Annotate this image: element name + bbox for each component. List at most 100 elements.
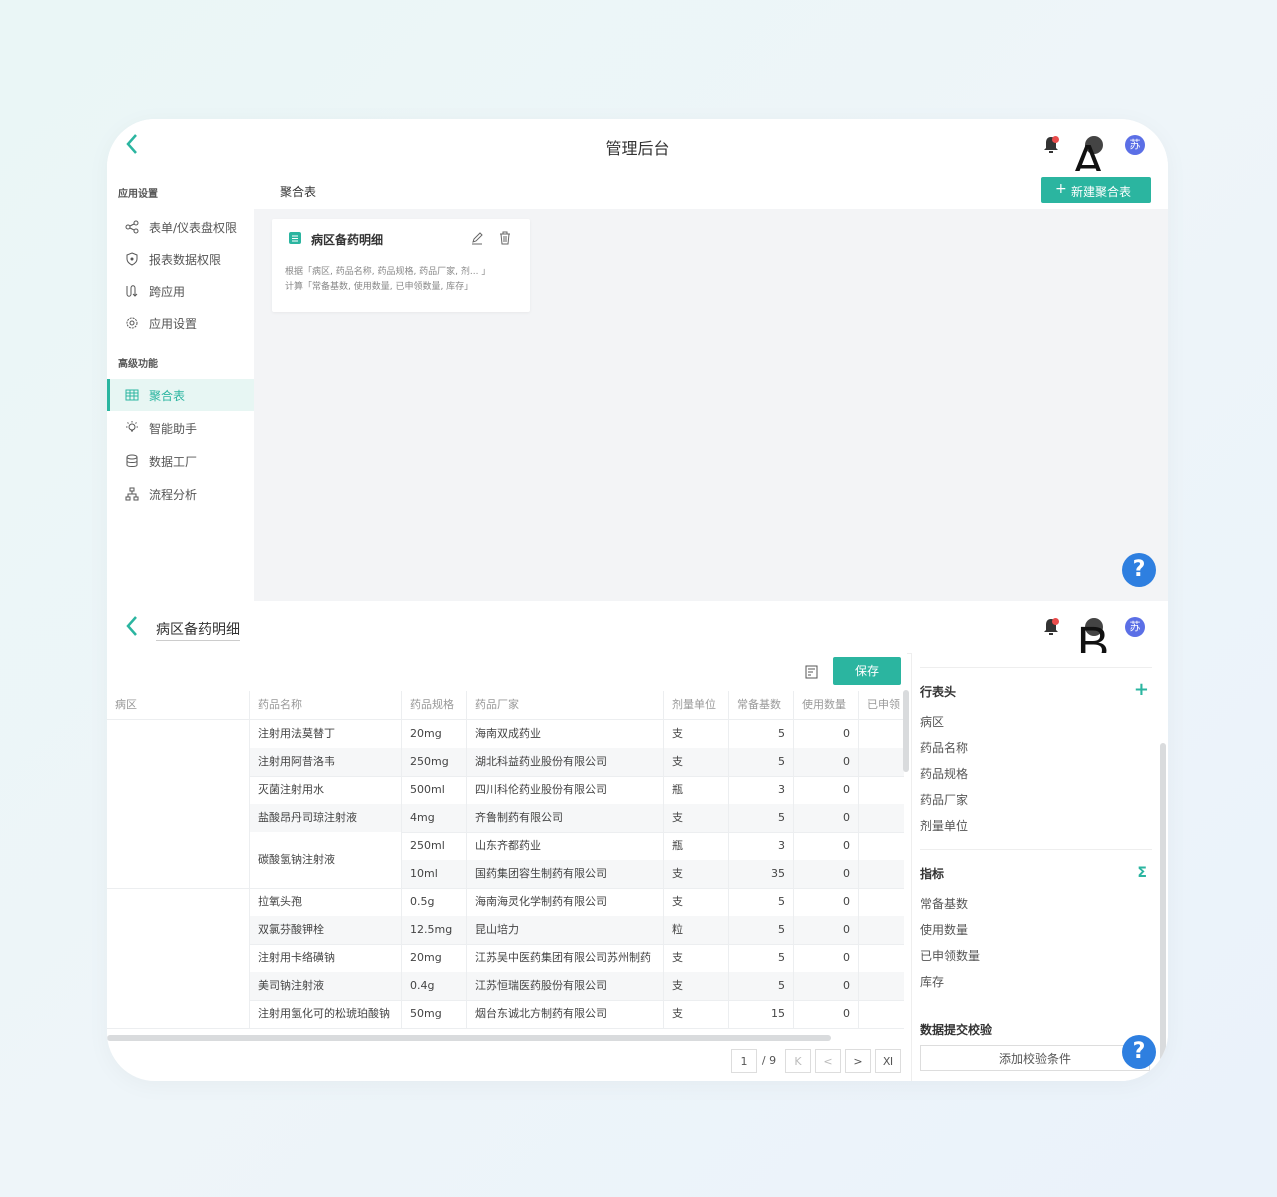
- table-row[interactable]: 注射用阿昔洛韦 250mg 湖北科益药业股份有限公司支 5 0: [107, 748, 904, 777]
- metrics-title: 指标: [920, 867, 945, 881]
- bell-icon[interactable]: [1043, 618, 1059, 636]
- cell-name: 美司钠注射液: [249, 972, 401, 1000]
- pager-prev-button[interactable]: <: [815, 1049, 841, 1073]
- table-row[interactable]: 碳酸氢钠注射液 250ml 山东齐都药业瓶 3 0: [107, 832, 904, 888]
- new-aggregate-button[interactable]: + 新建聚合表: [1041, 177, 1151, 203]
- pager-last-button[interactable]: Ⅺ: [875, 1049, 901, 1073]
- cell-requested: [858, 972, 904, 1000]
- trash-icon[interactable]: [498, 231, 512, 245]
- sidebar-item-flow-analysis[interactable]: 流程分析: [107, 478, 254, 510]
- cell-used: 0: [793, 888, 858, 916]
- table-row[interactable]: 盐酸昂丹司琼注射液 4mg 齐鲁制药有限公司支 5 0: [107, 804, 904, 833]
- app-window: 管理后台 苏 A 应用设置 表单/仪表盘权限 报表数据权限 跨应用 应用设置 高…: [107, 119, 1168, 1081]
- help-button[interactable]: ?: [1122, 553, 1156, 587]
- data-table: 病区 药品名称 药品规格 药品厂家 剂量单位 常备基数 使用数量 已申领 注射用…: [107, 691, 904, 1033]
- row-header-item[interactable]: 病区: [920, 713, 944, 730]
- cell-ward: [107, 972, 249, 1000]
- pager-current-page[interactable]: 1: [731, 1049, 757, 1073]
- table-row[interactable]: 注射用氢化可的松琥珀酸钠 50mg 烟台东诚北方制药有限公司支 15 0: [107, 1000, 904, 1029]
- metric-item[interactable]: 常备基数: [920, 895, 968, 912]
- column-header[interactable]: 剂量单位: [663, 691, 728, 719]
- column-header[interactable]: 药品规格: [401, 691, 466, 719]
- cell-maker: 齐鲁制药有限公司: [466, 804, 663, 832]
- help-button[interactable]: ?: [1122, 1035, 1156, 1069]
- column-header[interactable]: 已申领: [858, 691, 904, 719]
- cell-requested: [858, 832, 904, 860]
- row-header-item[interactable]: 药品厂家: [920, 791, 968, 808]
- table-horizontal-scrollbar[interactable]: [107, 1035, 831, 1041]
- column-header[interactable]: 病区: [107, 691, 249, 719]
- table-row[interactable]: 拉氧头孢 0.5g 海南海灵化学制药有限公司支 5 0: [107, 888, 904, 917]
- sidebar-item-data-factory[interactable]: 数据工厂: [107, 445, 254, 477]
- bell-icon[interactable]: [1043, 136, 1059, 154]
- table-icon: [125, 389, 139, 401]
- table-row[interactable]: 灭菌注射用水 500ml 四川科伦药业股份有限公司瓶 3 0: [107, 776, 904, 805]
- back-button[interactable]: [125, 615, 139, 637]
- sidebar: 应用设置 表单/仪表盘权限 报表数据权限 跨应用 应用设置 高级功能 聚合表 智…: [107, 171, 254, 601]
- avatar[interactable]: 苏: [1125, 135, 1145, 155]
- avatar[interactable]: 苏: [1125, 617, 1145, 637]
- cell-maker: 湖北科益药业股份有限公司: [466, 748, 663, 776]
- cell-ward: [107, 720, 249, 748]
- sidebar-item-report-permissions[interactable]: 报表数据权限: [107, 243, 254, 275]
- sidebar-item-form-permissions[interactable]: 表单/仪表盘权限: [107, 211, 254, 243]
- cell-base: 5: [728, 944, 793, 972]
- pager-total: / 9: [757, 1049, 781, 1073]
- table-toolbar: 保存: [107, 653, 907, 691]
- card-description: 根据「病区, 药品名称, 药品规格, 药品厂家, 剂... 」 计算「常备基数,…: [285, 267, 491, 292]
- cell-maker: 山东齐都药业: [466, 832, 663, 860]
- cell-spec: 12.5mg: [401, 916, 466, 944]
- save-button[interactable]: 保存: [833, 657, 901, 685]
- cross-app-icon: [126, 285, 138, 297]
- table-header-row: 病区 药品名称 药品规格 药品厂家 剂量单位 常备基数 使用数量 已申领: [107, 691, 904, 720]
- row-header-item[interactable]: 药品规格: [920, 765, 968, 782]
- pager-first-button[interactable]: K: [785, 1049, 811, 1073]
- cell-used: 0: [793, 832, 858, 860]
- add-check-button[interactable]: 添加校验条件: [920, 1045, 1150, 1071]
- table-row[interactable]: 注射用法莫替丁 20mg 海南双成药业支 5 0: [107, 720, 904, 749]
- table-row[interactable]: 注射用卡络磺钠 20mg 江苏吴中医药集团有限公司苏州制药支 5 0: [107, 944, 904, 973]
- cell-used: 0: [793, 972, 858, 1000]
- table-row[interactable]: 双氯芬酸钾栓 12.5mg 昆山培力粒 5 0: [107, 916, 904, 945]
- cell-unit: 粒: [663, 916, 728, 944]
- sidebar-item-app-settings[interactable]: 应用设置: [107, 307, 254, 339]
- sidebar-item-cross-app[interactable]: 跨应用: [107, 275, 254, 307]
- cell-spec: 20mg: [401, 944, 466, 972]
- cell-name: 注射用卡络磺钠: [249, 944, 401, 972]
- add-metric-button[interactable]: Σ: [1137, 865, 1147, 881]
- sidebar-item-aggregate-table[interactable]: 聚合表: [107, 379, 254, 411]
- panel-scrollbar[interactable]: [1160, 743, 1166, 1061]
- metric-item[interactable]: 库存: [920, 973, 944, 990]
- cell-ward: [107, 888, 249, 916]
- column-header[interactable]: 常备基数: [728, 691, 793, 719]
- row-header-item[interactable]: 药品名称: [920, 739, 968, 756]
- column-header[interactable]: 药品厂家: [466, 691, 663, 719]
- column-header[interactable]: 药品名称: [249, 691, 401, 719]
- column-header[interactable]: 使用数量: [793, 691, 858, 719]
- cell-spec: 10ml: [401, 860, 466, 888]
- table-row[interactable]: 10ml 国药集团容生制药有限公司支 35 0: [107, 860, 904, 889]
- sidebar-item-label: 应用设置: [149, 317, 198, 331]
- aggregate-card[interactable]: 病区备药明细 根据「病区, 药品名称, 药品规格, 药品厂家, 剂... 」 计…: [272, 219, 530, 312]
- divider: [920, 667, 1152, 668]
- table-vertical-scrollbar[interactable]: [903, 690, 909, 772]
- export-icon[interactable]: [805, 665, 819, 679]
- metric-item[interactable]: 使用数量: [920, 921, 968, 938]
- row-header-item[interactable]: 剂量单位: [920, 817, 968, 834]
- config-panel: 行表头 + 病区 药品名称 药品规格 药品厂家 剂量单位 指标 Σ 常备基数 使…: [911, 653, 1168, 1081]
- cell-requested: [858, 1000, 904, 1028]
- table-row[interactable]: 美司钠注射液 0.4g 江苏恒瑞医药股份有限公司支 5 0: [107, 972, 904, 1001]
- add-row-header-button[interactable]: +: [1134, 679, 1149, 700]
- cell-name: 灭菌注射用水: [249, 776, 401, 804]
- cell-base: 5: [728, 748, 793, 776]
- cell-requested: [858, 776, 904, 804]
- sidebar-item-assistant[interactable]: 智能助手: [107, 412, 254, 444]
- edit-icon[interactable]: [470, 231, 484, 245]
- cell-used: 0: [793, 860, 858, 888]
- detail-title[interactable]: 病区备药明细: [156, 619, 240, 641]
- pager-next-button[interactable]: >: [845, 1049, 871, 1073]
- metric-item[interactable]: 已申领数量: [920, 947, 980, 964]
- cell-unit: 支: [663, 1000, 728, 1028]
- cell-name: 盐酸昂丹司琼注射液: [249, 804, 401, 832]
- cell-spec: 50mg: [401, 1000, 466, 1028]
